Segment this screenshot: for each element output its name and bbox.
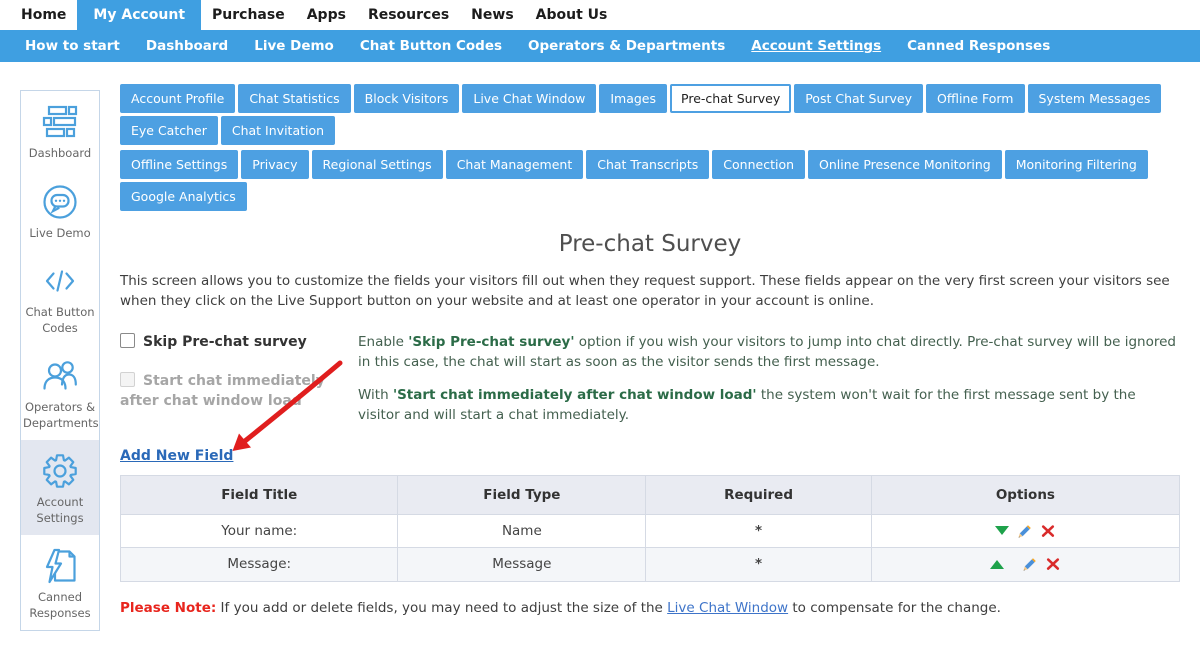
subnav-operators-departments[interactable]: Operators & Departments [515,38,738,54]
topnav-resources[interactable]: Resources [357,0,460,30]
table-header-row: Field Title Field Type Required Options [121,475,1180,514]
topnav-home[interactable]: Home [10,0,77,30]
please-note-text: Please Note: If you add or delete fields… [120,600,1180,616]
delete-x-icon[interactable] [1046,557,1060,571]
dashboard-grid-icon [40,102,80,142]
tab-online-presence-monitoring[interactable]: Online Presence Monitoring [808,150,1002,179]
gear-icon [40,451,80,491]
sidebar-item-label: Chat Button Codes [23,305,97,336]
skip-prechat-label: Skip Pre-chat survey [143,334,307,350]
main-content: Account Profile Chat Statistics Block Vi… [115,62,1200,616]
start-immediately-option: Start chat immediately after chat window… [120,371,342,412]
subnav-dashboard[interactable]: Dashboard [133,38,241,54]
tab-offline-settings[interactable]: Offline Settings [120,150,238,179]
prechat-fields-table: Field Title Field Type Required Options … [120,475,1180,582]
users-icon [40,356,80,396]
tab-chat-invitation[interactable]: Chat Invitation [221,116,335,145]
col-options: Options [871,475,1179,514]
edit-pencil-icon[interactable] [1017,523,1033,539]
col-field-type: Field Type [398,475,646,514]
code-icon [40,261,80,301]
tab-images[interactable]: Images [599,84,667,113]
field-title-cell: Your name: [121,514,398,548]
topnav-apps[interactable]: Apps [296,0,357,30]
sidebar-item-label: Operators & Departments [23,400,97,431]
tab-google-analytics[interactable]: Google Analytics [120,182,247,211]
delete-x-icon[interactable] [1041,524,1055,538]
please-note-label: Please Note: [120,600,216,616]
tab-chat-statistics[interactable]: Chat Statistics [238,84,350,113]
field-type-cell: Name [398,514,646,548]
move-down-icon[interactable] [995,526,1009,535]
tab-system-messages[interactable]: System Messages [1028,84,1162,113]
settings-tabs-row-2: Offline Settings Privacy Regional Settin… [120,150,1180,211]
live-chat-window-link[interactable]: Live Chat Window [667,600,788,616]
field-title-cell: Message: [121,548,398,582]
topnav-about-us[interactable]: About Us [525,0,619,30]
settings-tabs-row-1: Account Profile Chat Statistics Block Vi… [120,84,1180,145]
topnav-purchase[interactable]: Purchase [201,0,296,30]
sidebar-item-label: Live Demo [23,226,97,242]
page-description: This screen allows you to customize the … [120,271,1180,312]
tab-monitoring-filtering[interactable]: Monitoring Filtering [1005,150,1148,179]
sidebar-item-chat-button-codes[interactable]: Chat Button Codes [21,250,99,345]
sidebar: Dashboard Live Demo Chat Button Codes [20,90,100,631]
tab-pre-chat-survey[interactable]: Pre-chat Survey [670,84,791,113]
sidebar-item-label: Account Settings [23,495,97,526]
add-new-field-section: Add New Field [120,445,1180,465]
subnav-how-to-start[interactable]: How to start [12,38,133,54]
sidebar-item-dashboard[interactable]: Dashboard [21,91,99,171]
required-asterisk: * [646,514,872,548]
subnav-account-settings[interactable]: Account Settings [738,38,894,54]
topnav-my-account[interactable]: My Account [77,0,201,30]
options-cell [871,514,1179,548]
top-navigation: Home My Account Purchase Apps Resources … [0,0,1200,30]
skip-prechat-option: Skip Pre-chat survey [120,332,342,352]
help-skip-text: Enable 'Skip Pre-chat survey' option if … [358,332,1180,373]
survey-options: Skip Pre-chat survey Start chat immediat… [120,332,1180,439]
start-immediately-checkbox[interactable] [120,372,135,387]
tab-block-visitors[interactable]: Block Visitors [354,84,460,113]
tab-account-profile[interactable]: Account Profile [120,84,235,113]
subnav-chat-button-codes[interactable]: Chat Button Codes [347,38,515,54]
tab-chat-transcripts[interactable]: Chat Transcripts [586,150,709,179]
required-asterisk: * [646,548,872,582]
page-title: Pre-chat Survey [120,231,1180,257]
skip-prechat-checkbox[interactable] [120,333,135,348]
tab-privacy[interactable]: Privacy [241,150,308,179]
sidebar-item-canned-responses[interactable]: Canned Responses [21,535,99,630]
sidebar-item-label: Dashboard [23,146,97,162]
move-up-icon[interactable] [990,560,1004,569]
options-cell [871,548,1179,582]
lightning-page-icon [40,546,80,586]
tab-eye-catcher[interactable]: Eye Catcher [120,116,218,145]
col-field-title: Field Title [121,475,398,514]
table-row-message: Message: Message * [121,548,1180,582]
help-start-text: With 'Start chat immediately after chat … [358,385,1180,426]
tab-offline-form[interactable]: Offline Form [926,84,1024,113]
survey-checkboxes: Skip Pre-chat survey Start chat immediat… [120,332,342,439]
chat-bubble-icon [40,182,80,222]
tab-chat-management[interactable]: Chat Management [446,150,584,179]
survey-options-help: Enable 'Skip Pre-chat survey' option if … [358,332,1180,439]
tab-post-chat-survey[interactable]: Post Chat Survey [794,84,923,113]
tab-regional-settings[interactable]: Regional Settings [312,150,443,179]
subnav-live-demo[interactable]: Live Demo [241,38,347,54]
start-immediately-label: Start chat immediately after chat window… [120,373,325,409]
account-sub-navigation: How to start Dashboard Live Demo Chat Bu… [0,30,1200,62]
subnav-canned-responses[interactable]: Canned Responses [894,38,1063,54]
tab-connection[interactable]: Connection [712,150,805,179]
add-new-field-link[interactable]: Add New Field [120,448,233,464]
sidebar-item-live-demo[interactable]: Live Demo [21,171,99,251]
table-row-your-name: Your name: Name * [121,514,1180,548]
sidebar-item-operators-departments[interactable]: Operators & Departments [21,345,99,440]
tab-live-chat-window[interactable]: Live Chat Window [462,84,596,113]
sidebar-item-account-settings[interactable]: Account Settings [21,440,99,535]
field-type-cell: Message [398,548,646,582]
edit-pencil-icon[interactable] [1022,556,1038,572]
topnav-news[interactable]: News [460,0,524,30]
col-required: Required [646,475,872,514]
sidebar-item-label: Canned Responses [23,590,97,621]
